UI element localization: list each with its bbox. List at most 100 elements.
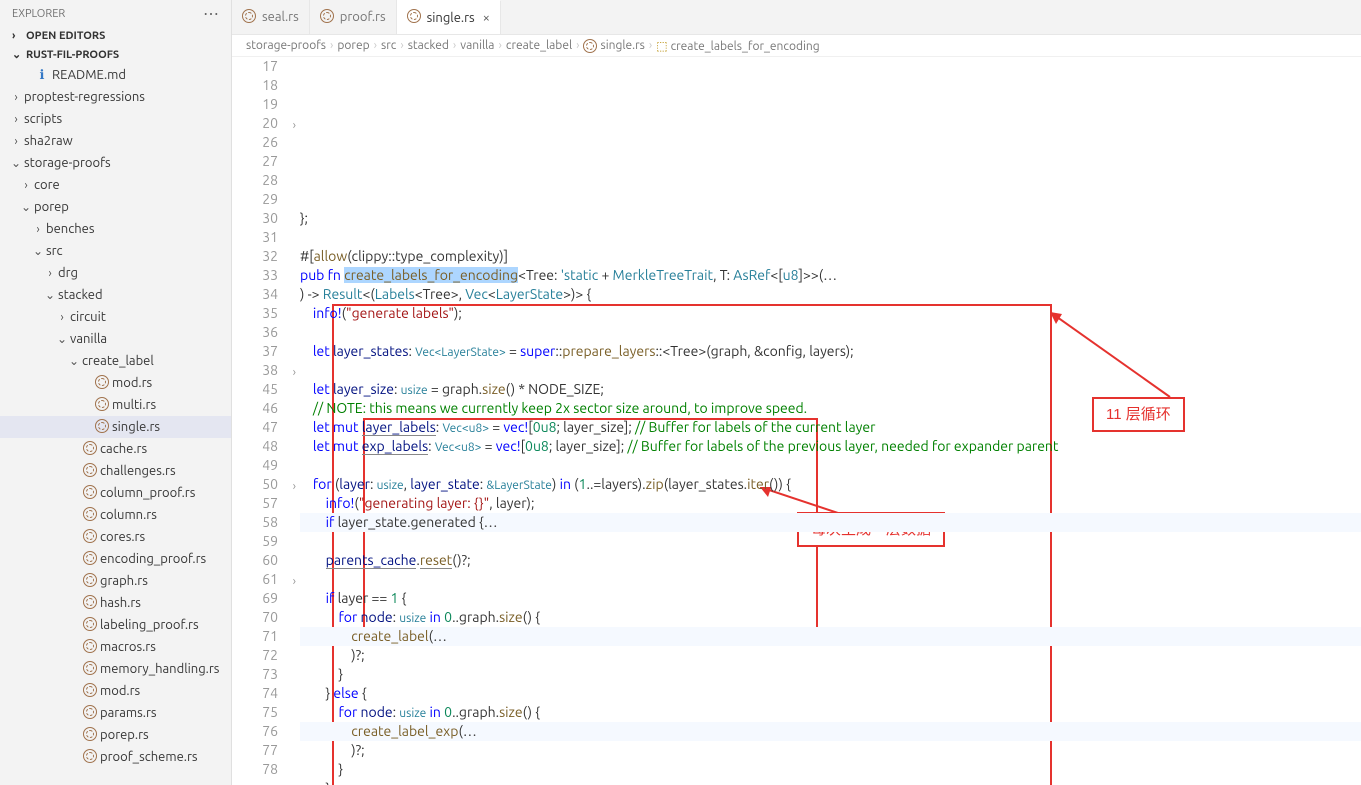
fold-icon[interactable]: › bbox=[293, 363, 296, 382]
tree-item-memory_handling-rs[interactable]: memory_handling.rs bbox=[0, 658, 231, 680]
breadcrumb-item[interactable]: stacked bbox=[408, 39, 449, 52]
close-icon[interactable]: × bbox=[483, 11, 490, 25]
tree-item-porep[interactable]: ⌄porep bbox=[0, 196, 231, 218]
code-line[interactable]: } bbox=[300, 760, 1361, 779]
tab-seal-rs[interactable]: seal.rs bbox=[232, 0, 310, 34]
tab-proof-rs[interactable]: proof.rs bbox=[310, 0, 397, 34]
more-icon[interactable]: ⋯ bbox=[203, 4, 219, 23]
code-line[interactable]: for node: usize in 0..graph.size() { bbox=[300, 608, 1361, 627]
tree-item-stacked[interactable]: ⌄stacked bbox=[0, 284, 231, 306]
code-line[interactable]: }; bbox=[300, 209, 1361, 228]
breadcrumb-item[interactable]: vanilla bbox=[460, 39, 494, 52]
tree-item-benches[interactable]: ›benches bbox=[0, 218, 231, 240]
line-number: 75 bbox=[232, 703, 278, 722]
line-number: 45 bbox=[232, 380, 278, 399]
tree-item-drg[interactable]: ›drg bbox=[0, 262, 231, 284]
tree-item-macros-rs[interactable]: macros.rs bbox=[0, 636, 231, 658]
code-line[interactable]: )?; bbox=[300, 741, 1361, 760]
code-line[interactable]: info!("generate labels"); bbox=[300, 304, 1361, 323]
tree-item-circuit[interactable]: ›circuit bbox=[0, 306, 231, 328]
code-line[interactable]: create_label(… bbox=[300, 627, 1361, 646]
breadcrumb-item[interactable]: create_label bbox=[506, 39, 572, 52]
code-line[interactable] bbox=[300, 456, 1361, 475]
code-line[interactable]: #[allow(clippy::type_complexity)] bbox=[300, 247, 1361, 266]
fold-icon[interactable]: › bbox=[293, 116, 296, 135]
project-section[interactable]: ⌄ RUST-FIL-PROOFS bbox=[0, 45, 231, 64]
code-line[interactable]: create_label_exp(… bbox=[300, 722, 1361, 741]
rust-icon bbox=[82, 595, 98, 612]
tree-item-graph-rs[interactable]: graph.rs bbox=[0, 570, 231, 592]
tree-item-storage-proofs[interactable]: ⌄storage-proofs bbox=[0, 152, 231, 174]
tree-item-mod-rs[interactable]: mod.rs bbox=[0, 680, 231, 702]
code-line[interactable]: pub fn create_labels_for_encoding<Tree: … bbox=[300, 266, 1361, 285]
tree-item-vanilla[interactable]: ⌄vanilla bbox=[0, 328, 231, 350]
tree-label: core bbox=[34, 178, 60, 192]
tree-label: proof_scheme.rs bbox=[100, 750, 198, 764]
code-line[interactable] bbox=[300, 570, 1361, 589]
tab-single-rs[interactable]: single.rs× bbox=[397, 0, 501, 34]
editor[interactable]: 17181920›26272829303132333435363738›4546… bbox=[232, 57, 1361, 785]
breadcrumb-item[interactable]: storage-proofs bbox=[246, 39, 326, 52]
tree-item-mod-rs[interactable]: mod.rs bbox=[0, 372, 231, 394]
code-line[interactable]: info!("generating layer: {}", layer); bbox=[300, 494, 1361, 513]
tree-label: benches bbox=[46, 222, 95, 236]
tree-item-column-rs[interactable]: column.rs bbox=[0, 504, 231, 526]
tree-label: hash.rs bbox=[100, 596, 141, 610]
tree-item-README-md[interactable]: ℹREADME.md bbox=[0, 64, 231, 86]
open-editors-section[interactable]: › OPEN EDITORS bbox=[0, 27, 231, 45]
tree-item-column_proof-rs[interactable]: column_proof.rs bbox=[0, 482, 231, 504]
line-number: 48 bbox=[232, 437, 278, 456]
code-line[interactable]: for node: usize in 0..graph.size() { bbox=[300, 703, 1361, 722]
code-line[interactable]: } bbox=[300, 779, 1361, 785]
rust-icon bbox=[82, 529, 98, 546]
tree-item-sha2raw[interactable]: ›sha2raw bbox=[0, 130, 231, 152]
code-line[interactable]: // NOTE: this means we currently keep 2x… bbox=[300, 399, 1361, 418]
code-line[interactable]: parents_cache.reset()?; bbox=[300, 551, 1361, 570]
code-line[interactable]: )?; bbox=[300, 646, 1361, 665]
code-line[interactable]: let layer_size: usize = graph.size() * N… bbox=[300, 380, 1361, 399]
breadcrumb-item[interactable]: src bbox=[381, 39, 396, 52]
tree-item-hash-rs[interactable]: hash.rs bbox=[0, 592, 231, 614]
code-line[interactable]: ) -> Result<(Labels<Tree>, Vec<LayerStat… bbox=[300, 285, 1361, 304]
tree-item-cores-rs[interactable]: cores.rs bbox=[0, 526, 231, 548]
tree-item-cache-rs[interactable]: cache.rs bbox=[0, 438, 231, 460]
breadcrumb-item[interactable]: ⬚create_labels_for_encoding bbox=[656, 39, 819, 53]
tree-item-proptest-regressions[interactable]: ›proptest-regressions bbox=[0, 86, 231, 108]
tree-item-multi-rs[interactable]: multi.rs bbox=[0, 394, 231, 416]
tree-item-challenges-rs[interactable]: challenges.rs bbox=[0, 460, 231, 482]
tree-item-core[interactable]: ›core bbox=[0, 174, 231, 196]
code-line[interactable]: } else { bbox=[300, 684, 1361, 703]
code-line[interactable]: if layer_state.generated {… bbox=[300, 513, 1361, 532]
tree-item-encoding_proof-rs[interactable]: encoding_proof.rs bbox=[0, 548, 231, 570]
line-number: 78 bbox=[232, 760, 278, 779]
line-number: 73 bbox=[232, 665, 278, 684]
code-line[interactable]: let mut layer_labels: Vec<u8> = vec![0u8… bbox=[300, 418, 1361, 437]
tree-item-labeling_proof-rs[interactable]: labeling_proof.rs bbox=[0, 614, 231, 636]
tree-item-params-rs[interactable]: params.rs bbox=[0, 702, 231, 724]
breadcrumb[interactable]: storage-proofs›porep›src›stacked›vanilla… bbox=[232, 35, 1361, 57]
line-number: 76 bbox=[232, 722, 278, 741]
code-line[interactable] bbox=[300, 228, 1361, 247]
tree-item-scripts[interactable]: ›scripts bbox=[0, 108, 231, 130]
code-area[interactable]: 11 层循环 每次生成一层数据 }; #[allow(clippy::type_… bbox=[300, 57, 1361, 785]
code-line[interactable]: for (layer: usize, layer_state: &LayerSt… bbox=[300, 475, 1361, 494]
tree-item-proof_scheme-rs[interactable]: proof_scheme.rs bbox=[0, 746, 231, 768]
code-line[interactable] bbox=[300, 323, 1361, 342]
breadcrumb-item[interactable]: single.rs bbox=[583, 39, 644, 53]
code-line[interactable] bbox=[300, 361, 1361, 380]
tree-label: multi.rs bbox=[112, 398, 156, 412]
tree-item-single-rs[interactable]: single.rs bbox=[0, 416, 231, 438]
code-line[interactable]: } bbox=[300, 665, 1361, 684]
breadcrumb-item[interactable]: porep bbox=[337, 39, 369, 52]
fold-icon[interactable]: › bbox=[293, 572, 296, 591]
rust-icon bbox=[82, 441, 98, 458]
code-line[interactable]: if layer == 1 { bbox=[300, 589, 1361, 608]
code-line[interactable]: let mut exp_labels: Vec<u8> = vec![0u8; … bbox=[300, 437, 1361, 456]
tree-item-create_label[interactable]: ⌄create_label bbox=[0, 350, 231, 372]
tree-item-src[interactable]: ⌄src bbox=[0, 240, 231, 262]
fold-icon[interactable]: › bbox=[293, 477, 296, 496]
code-line[interactable] bbox=[300, 532, 1361, 551]
code-line[interactable]: let layer_states: Vec<LayerState> = supe… bbox=[300, 342, 1361, 361]
tree-label: porep bbox=[34, 200, 69, 214]
tree-item-porep-rs[interactable]: porep.rs bbox=[0, 724, 231, 746]
